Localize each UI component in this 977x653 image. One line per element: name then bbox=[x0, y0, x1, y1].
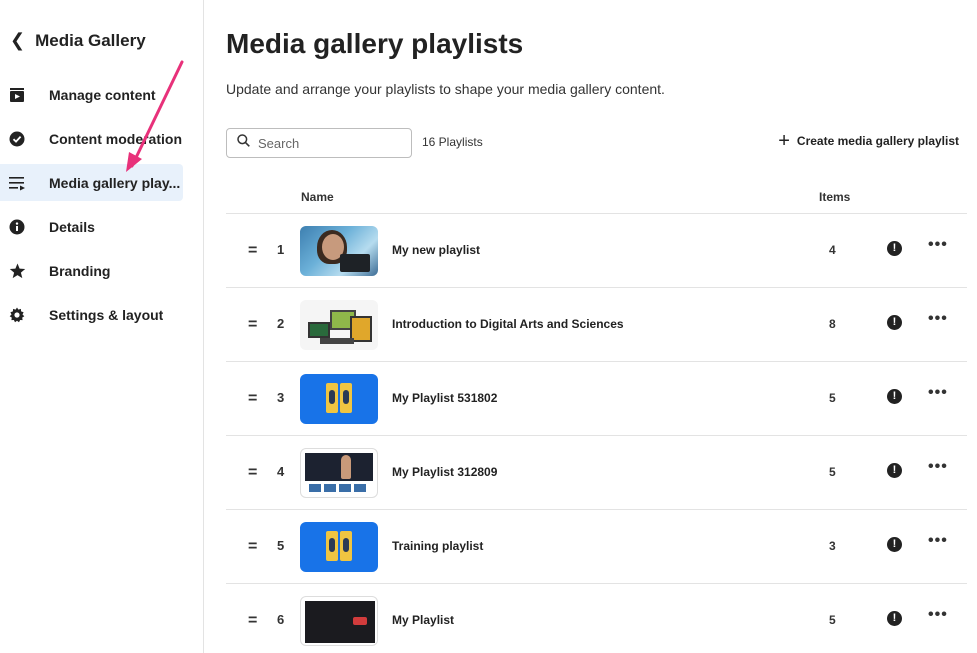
info-icon bbox=[8, 218, 26, 236]
playlist-count: 16 Playlists bbox=[422, 135, 483, 149]
playlist-table: Name Items = 1 My new playlist 4 ! ••• =… bbox=[226, 180, 967, 653]
drag-handle-icon[interactable]: = bbox=[248, 464, 257, 482]
playlist-thumbnail[interactable] bbox=[300, 596, 378, 646]
row-index: 3 bbox=[277, 390, 285, 405]
playlist-title[interactable]: My Playlist 531802 bbox=[392, 391, 497, 405]
page-title: Media gallery playlists bbox=[226, 28, 524, 59]
table-header: Name Items bbox=[226, 180, 967, 214]
sidebar-nav: Manage content Content moderation Media … bbox=[0, 76, 183, 340]
alert-icon[interactable]: ! bbox=[887, 463, 902, 478]
search-input[interactable] bbox=[258, 135, 398, 151]
sidebar-item-label: Settings & layout bbox=[49, 306, 164, 323]
row-index: 2 bbox=[277, 316, 285, 331]
more-options-icon[interactable]: ••• bbox=[928, 236, 948, 254]
playlist-title[interactable]: My Playlist bbox=[392, 613, 454, 627]
table-row[interactable]: = 5 Training playlist 3 ! ••• bbox=[226, 510, 967, 584]
page-subtitle: Update and arrange your playlists to sha… bbox=[226, 81, 665, 97]
drag-handle-icon[interactable]: = bbox=[248, 242, 257, 260]
playlist-title[interactable]: My Playlist 312809 bbox=[392, 465, 497, 479]
row-index: 4 bbox=[277, 464, 285, 479]
row-index: 5 bbox=[277, 538, 285, 553]
create-playlist-label: Create media gallery playlist bbox=[796, 134, 959, 148]
drag-handle-icon[interactable]: = bbox=[248, 612, 257, 630]
table-row[interactable]: = 1 My new playlist 4 ! ••• bbox=[226, 214, 967, 288]
playlist-thumbnail[interactable] bbox=[300, 300, 378, 350]
sidebar-item-label: Media gallery play... bbox=[49, 174, 181, 191]
playlist-thumbnail[interactable] bbox=[300, 448, 378, 498]
play-box-icon bbox=[8, 86, 26, 104]
sidebar-item-details[interactable]: Details bbox=[0, 208, 183, 245]
playlist-item-count: 5 bbox=[829, 465, 836, 479]
column-header-items[interactable]: Items bbox=[819, 190, 850, 204]
table-row[interactable]: = 2 Introduction to Digital Arts and Sci… bbox=[226, 288, 967, 362]
column-header-name[interactable]: Name bbox=[301, 190, 334, 204]
row-index: 1 bbox=[277, 242, 285, 257]
create-playlist-button[interactable]: + Create media gallery playlist bbox=[778, 130, 959, 152]
table-row[interactable]: = 3 My Playlist 531802 5 ! ••• bbox=[226, 362, 967, 436]
row-index: 6 bbox=[277, 612, 285, 627]
sidebar-item-content-moderation[interactable]: Content moderation bbox=[0, 120, 183, 157]
search-icon bbox=[237, 134, 250, 152]
playlist-item-count: 4 bbox=[829, 243, 836, 257]
search-box[interactable] bbox=[226, 128, 412, 158]
check-circle-icon bbox=[8, 130, 26, 148]
chevron-left-icon: ❮ bbox=[10, 30, 26, 50]
playlist-thumbnail[interactable] bbox=[300, 374, 378, 424]
playlist-item-count: 5 bbox=[829, 613, 836, 627]
more-options-icon[interactable]: ••• bbox=[928, 532, 948, 550]
more-options-icon[interactable]: ••• bbox=[928, 606, 948, 624]
plus-icon: + bbox=[778, 130, 790, 152]
table-row[interactable]: = 4 My Playlist 312809 5 ! ••• bbox=[226, 436, 967, 510]
alert-icon[interactable]: ! bbox=[887, 611, 902, 626]
sidebar-item-media-gallery-playlists[interactable]: Media gallery play... bbox=[0, 164, 183, 201]
sidebar-item-label: Details bbox=[49, 218, 95, 235]
drag-handle-icon[interactable]: = bbox=[248, 316, 257, 334]
playlist-item-count: 5 bbox=[829, 391, 836, 405]
playlist-title[interactable]: Introduction to Digital Arts and Science… bbox=[392, 317, 624, 331]
playlist-thumbnail[interactable] bbox=[300, 226, 378, 276]
sidebar-item-manage-content[interactable]: Manage content bbox=[0, 76, 183, 113]
more-options-icon[interactable]: ••• bbox=[928, 384, 948, 402]
alert-icon[interactable]: ! bbox=[887, 389, 902, 404]
sidebar-item-settings-layout[interactable]: Settings & layout bbox=[0, 296, 183, 333]
alert-icon[interactable]: ! bbox=[887, 241, 902, 256]
alert-icon[interactable]: ! bbox=[887, 537, 902, 552]
more-options-icon[interactable]: ••• bbox=[928, 458, 948, 476]
sidebar-item-label: Manage content bbox=[49, 86, 156, 103]
back-label: Media Gallery bbox=[35, 30, 146, 50]
sidebar-item-label: Branding bbox=[49, 262, 111, 279]
playlist-thumbnail[interactable] bbox=[300, 522, 378, 572]
sidebar-item-label: Content moderation bbox=[49, 130, 182, 147]
alert-icon[interactable]: ! bbox=[887, 315, 902, 330]
star-icon bbox=[8, 262, 26, 280]
sidebar-item-branding[interactable]: Branding bbox=[0, 252, 183, 289]
back-link[interactable]: ❮ Media Gallery bbox=[10, 30, 146, 51]
drag-handle-icon[interactable]: = bbox=[248, 390, 257, 408]
playlist-title[interactable]: My new playlist bbox=[392, 243, 480, 257]
playlist-item-count: 3 bbox=[829, 539, 836, 553]
table-row[interactable]: = 6 My Playlist 5 ! ••• bbox=[226, 584, 967, 653]
gear-icon bbox=[8, 306, 26, 324]
sidebar: ❮ Media Gallery Manage content Content m… bbox=[0, 0, 204, 653]
playlist-item-count: 8 bbox=[829, 317, 836, 331]
playlist-title[interactable]: Training playlist bbox=[392, 539, 483, 553]
drag-handle-icon[interactable]: = bbox=[248, 538, 257, 556]
main-content: Media gallery playlists Update and arran… bbox=[226, 0, 977, 653]
playlist-icon bbox=[8, 174, 26, 192]
app: ❮ Media Gallery Manage content Content m… bbox=[0, 0, 977, 653]
more-options-icon[interactable]: ••• bbox=[928, 310, 948, 328]
